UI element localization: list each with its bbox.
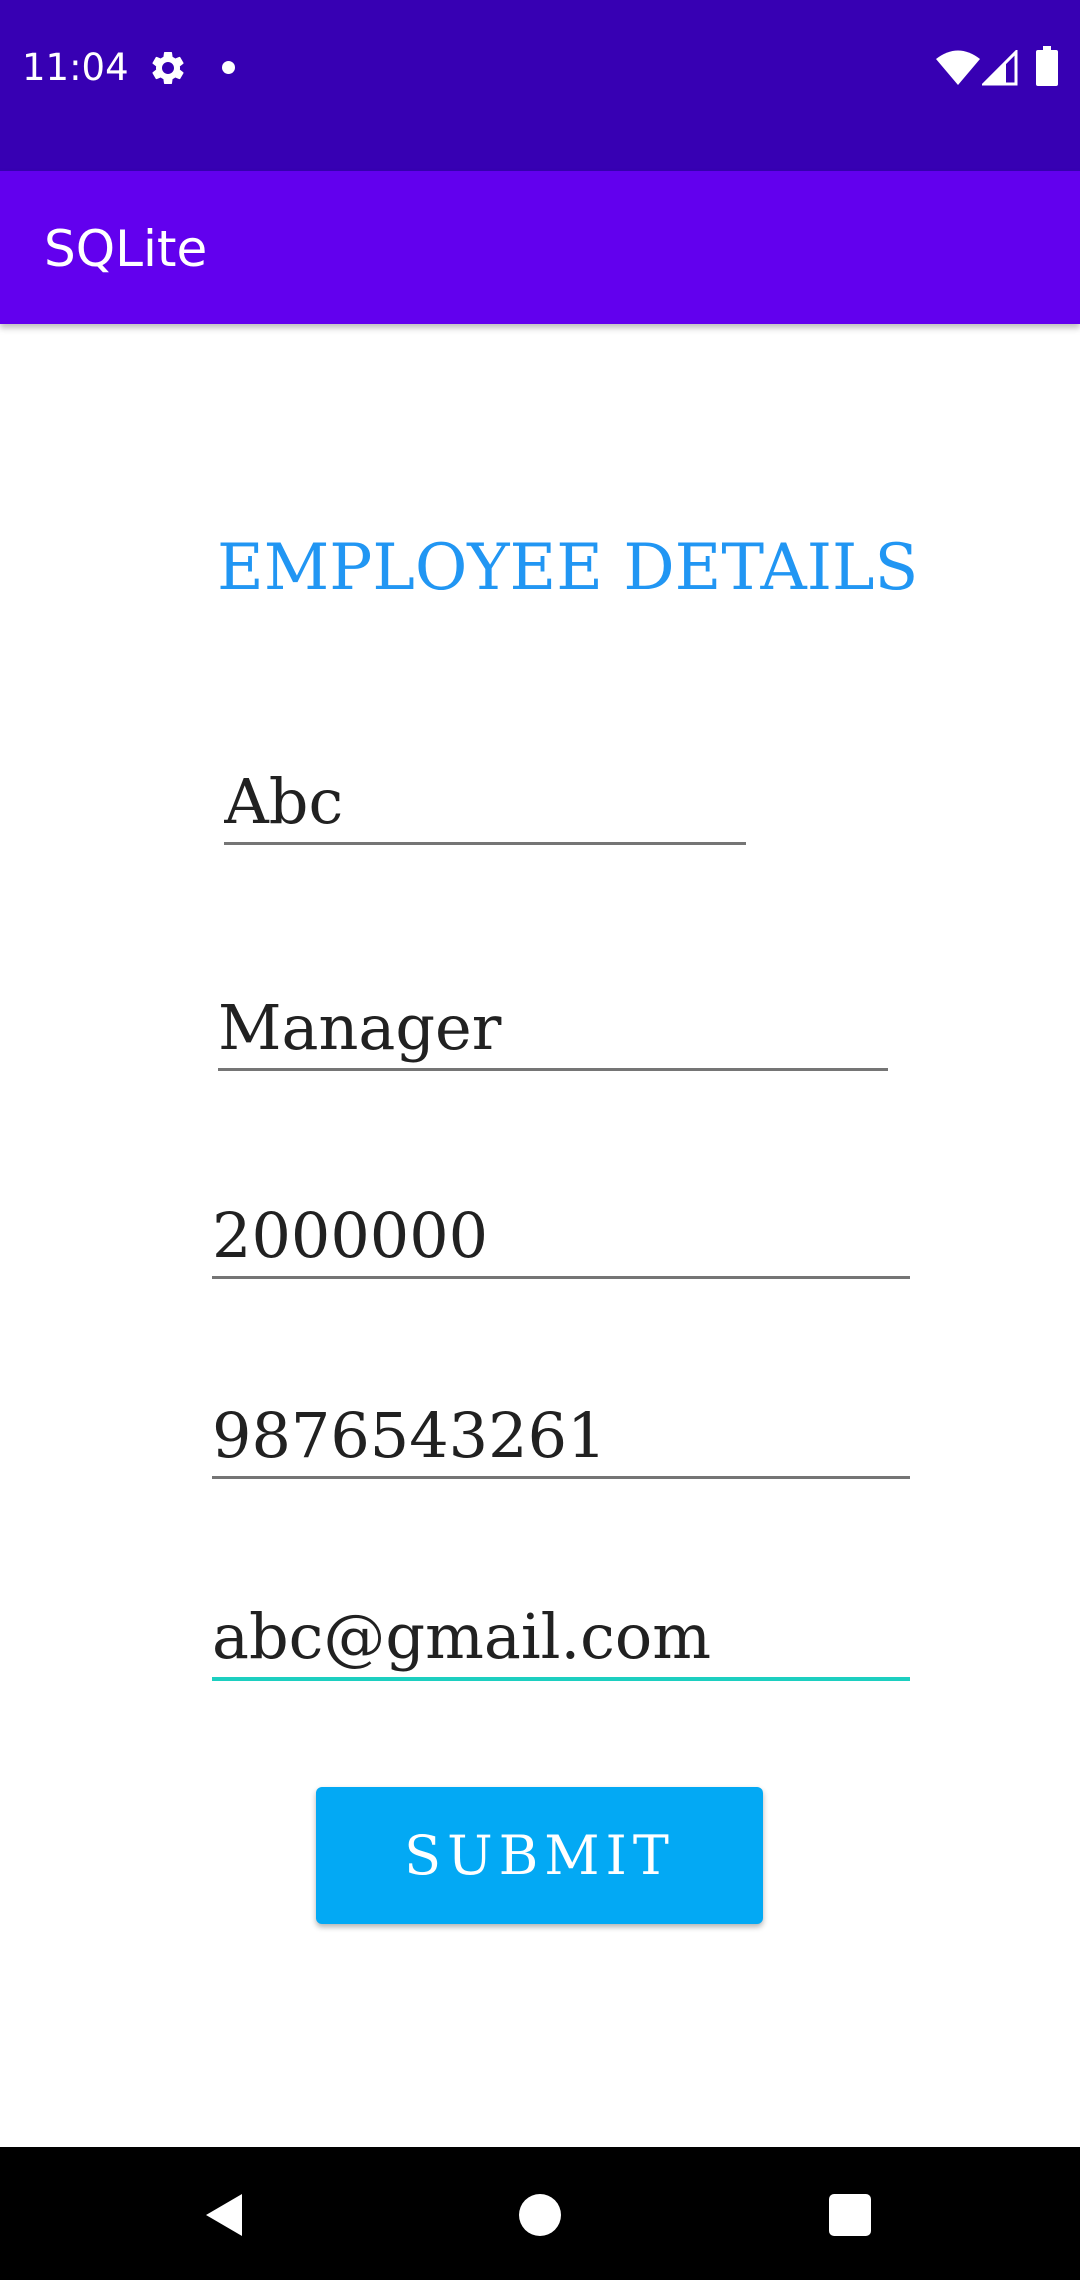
form-heading: EMPLOYEE DETAILS [217,531,919,605]
phone-input[interactable] [212,1396,910,1476]
name-input[interactable] [224,762,746,842]
app-title: SQLite [44,220,208,278]
signal-icon [982,50,1018,86]
submit-button[interactable]: SUBMIT [316,1787,763,1924]
designation-field[interactable] [218,988,888,1071]
email-input[interactable] [212,1597,910,1677]
designation-input[interactable] [218,988,888,1068]
battery-icon [1036,46,1058,86]
notification-dot-icon [222,61,235,74]
salary-input[interactable] [212,1196,910,1276]
status-time: 11:04 [22,46,129,89]
status-bar: 11:04 [0,0,1080,171]
recents-icon[interactable] [829,2194,871,2236]
back-icon[interactable] [202,2192,246,2238]
name-field[interactable] [224,762,746,845]
wifi-icon [936,50,980,85]
gear-icon [152,51,184,84]
navigation-bar [0,2147,1080,2280]
phone-field[interactable] [212,1396,910,1479]
app-bar: SQLite [0,171,1080,324]
salary-field[interactable] [212,1196,910,1279]
email-field[interactable] [212,1597,910,1681]
home-icon[interactable] [519,2194,561,2236]
